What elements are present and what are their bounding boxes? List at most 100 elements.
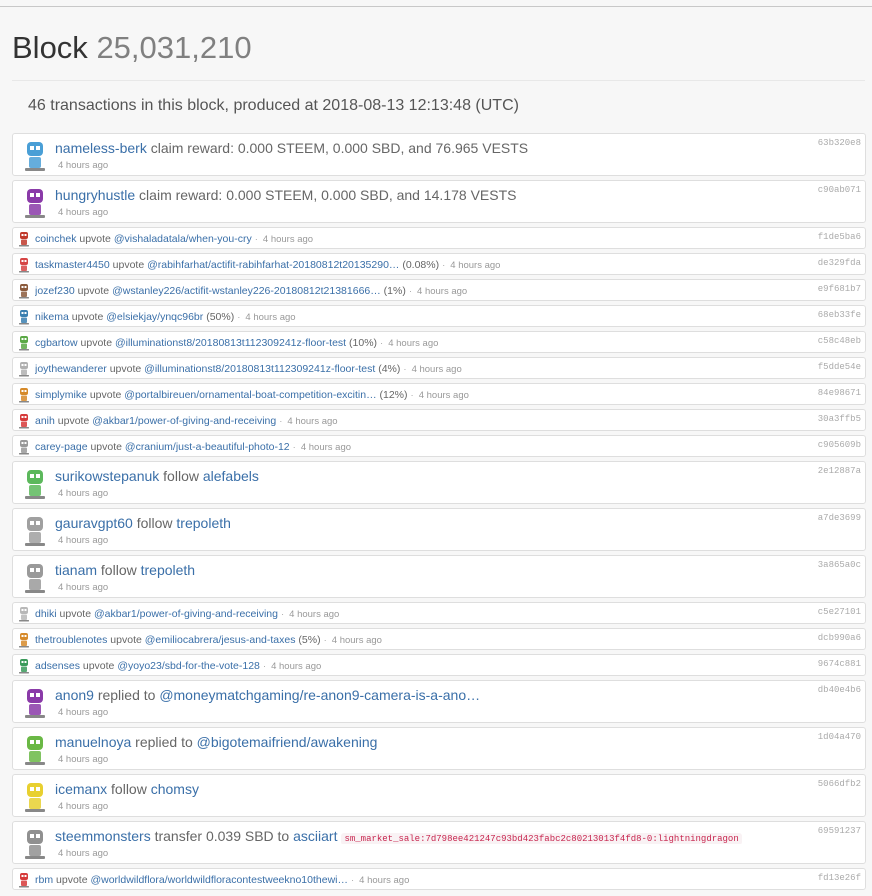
transaction-hash-link[interactable]: e9f681b7 bbox=[818, 284, 861, 294]
target-link[interactable]: @yoyo23/sbd-for-the-vote-128 bbox=[117, 660, 260, 672]
user-link[interactable]: gauravgpt60 bbox=[55, 515, 133, 531]
timestamp[interactable]: 4 hours ago bbox=[58, 160, 108, 171]
user-link[interactable]: taskmaster4450 bbox=[35, 259, 110, 271]
user-link[interactable]: coinchek bbox=[35, 233, 76, 245]
user-link[interactable]: anih bbox=[35, 415, 55, 427]
transaction-hash-link[interactable]: 1d04a470 bbox=[818, 732, 861, 742]
user-link[interactable]: jozef230 bbox=[35, 285, 75, 297]
transaction-hash-link[interactable]: f1de5ba6 bbox=[818, 232, 861, 242]
avatar[interactable] bbox=[21, 468, 49, 500]
avatar[interactable] bbox=[17, 872, 31, 888]
target-link[interactable]: @wstanley226/actifit-wstanley226-2018081… bbox=[112, 285, 381, 297]
avatar[interactable] bbox=[17, 658, 31, 674]
timestamp[interactable]: 4 hours ago bbox=[58, 801, 108, 812]
timestamp[interactable]: 4 hours ago bbox=[271, 661, 321, 672]
avatar[interactable] bbox=[21, 187, 49, 219]
target-link[interactable]: @cranium/just-a-beautiful-photo-12 bbox=[125, 441, 290, 453]
avatar[interactable] bbox=[17, 231, 31, 247]
user-link[interactable]: tianam bbox=[55, 562, 97, 578]
target-link[interactable]: @portalbireuen/ornamental-boat-competiti… bbox=[124, 389, 376, 401]
timestamp[interactable]: 4 hours ago bbox=[245, 312, 295, 323]
timestamp[interactable]: 4 hours ago bbox=[58, 207, 108, 218]
target-link[interactable]: chomsy bbox=[151, 781, 199, 797]
target-link[interactable]: @emiliocabrera/jesus-and-taxes bbox=[145, 634, 296, 646]
transaction-hash-link[interactable]: 5066dfb2 bbox=[818, 779, 861, 789]
target-link[interactable]: @moneymatchgaming/re-anon9-camera-is-a-a… bbox=[159, 687, 480, 703]
timestamp[interactable]: 4 hours ago bbox=[58, 582, 108, 593]
user-link[interactable]: surikowstepanuk bbox=[55, 468, 159, 484]
transaction-hash-link[interactable]: 69591237 bbox=[818, 826, 861, 836]
transaction-hash-link[interactable]: c905609b bbox=[818, 440, 861, 450]
transaction-hash-link[interactable]: db40e4b6 bbox=[818, 685, 861, 695]
avatar[interactable] bbox=[21, 140, 49, 172]
target-link[interactable]: @rabihfarhat/actifit-rabihfarhat-2018081… bbox=[147, 259, 399, 271]
transaction-hash-link[interactable]: 68eb33fe bbox=[818, 310, 861, 320]
avatar[interactable] bbox=[17, 632, 31, 648]
timestamp[interactable]: 4 hours ago bbox=[289, 609, 339, 620]
avatar[interactable] bbox=[21, 734, 49, 766]
avatar[interactable] bbox=[17, 387, 31, 403]
transaction-hash-link[interactable]: c90ab071 bbox=[818, 185, 861, 195]
timestamp[interactable]: 4 hours ago bbox=[359, 875, 409, 886]
avatar[interactable] bbox=[21, 515, 49, 547]
target-link[interactable]: @elsiekjay/ynqc96br bbox=[106, 311, 203, 323]
target-link[interactable]: @illuminationst8/20180813t112309241z-flo… bbox=[115, 337, 346, 349]
user-link[interactable]: carey-page bbox=[35, 441, 88, 453]
avatar[interactable] bbox=[17, 413, 31, 429]
transaction-hash-link[interactable]: a7de3699 bbox=[818, 513, 861, 523]
transaction-hash-link[interactable]: 2e12887a bbox=[818, 466, 861, 476]
target-link[interactable]: @vishaladatala/when-you-cry bbox=[114, 233, 252, 245]
timestamp[interactable]: 4 hours ago bbox=[58, 488, 108, 499]
target-link[interactable]: @akbar1/power-of-giving-and-receiving bbox=[92, 415, 276, 427]
avatar[interactable] bbox=[21, 781, 49, 813]
user-link[interactable]: dhiki bbox=[35, 608, 57, 620]
target-link[interactable]: @worldwildflora/worldwildfloracontestwee… bbox=[90, 874, 348, 886]
timestamp[interactable]: 4 hours ago bbox=[58, 848, 108, 859]
transaction-hash-link[interactable]: 30a3ffb5 bbox=[818, 414, 861, 424]
avatar[interactable] bbox=[21, 828, 49, 860]
target-link[interactable]: alefabels bbox=[203, 468, 259, 484]
transaction-hash-link[interactable]: 9674c881 bbox=[818, 659, 861, 669]
transaction-hash-link[interactable]: 3a865a0c bbox=[818, 560, 861, 570]
transaction-hash-link[interactable]: de329fda bbox=[818, 258, 861, 268]
user-link[interactable]: anon9 bbox=[55, 687, 94, 703]
user-link[interactable]: cgbartow bbox=[35, 337, 78, 349]
user-link[interactable]: joythewanderer bbox=[35, 363, 107, 375]
avatar[interactable] bbox=[17, 361, 31, 377]
avatar[interactable] bbox=[17, 283, 31, 299]
transaction-hash-link[interactable]: f5dde54e bbox=[818, 362, 861, 372]
avatar[interactable] bbox=[17, 439, 31, 455]
transaction-hash-link[interactable]: dcb990a6 bbox=[818, 633, 861, 643]
timestamp[interactable]: 4 hours ago bbox=[287, 416, 337, 427]
user-link[interactable]: nameless-berk bbox=[55, 140, 147, 156]
user-link[interactable]: thetroublenotes bbox=[35, 634, 107, 646]
user-link[interactable]: icemanx bbox=[55, 781, 107, 797]
avatar[interactable] bbox=[21, 562, 49, 594]
transaction-hash-link[interactable]: 63b320e8 bbox=[818, 138, 861, 148]
timestamp[interactable]: 4 hours ago bbox=[58, 535, 108, 546]
avatar[interactable] bbox=[21, 687, 49, 719]
avatar[interactable] bbox=[17, 257, 31, 273]
timestamp[interactable]: 4 hours ago bbox=[412, 364, 462, 375]
user-link[interactable]: simplymike bbox=[35, 389, 87, 401]
timestamp[interactable]: 4 hours ago bbox=[263, 234, 313, 245]
target-link[interactable]: @bigotemaifriend/awakening bbox=[197, 734, 378, 750]
timestamp[interactable]: 4 hours ago bbox=[58, 754, 108, 765]
timestamp[interactable]: 4 hours ago bbox=[332, 635, 382, 646]
transaction-hash-link[interactable]: fd13e26f bbox=[818, 873, 861, 883]
target-link[interactable]: trepoleth bbox=[141, 562, 195, 578]
timestamp[interactable]: 4 hours ago bbox=[417, 286, 467, 297]
avatar[interactable] bbox=[17, 606, 31, 622]
target-link[interactable]: @illuminationst8/20180813t112309241z-flo… bbox=[144, 363, 375, 375]
transaction-hash-link[interactable]: 84e98671 bbox=[818, 388, 861, 398]
transaction-hash-link[interactable]: c5e27101 bbox=[818, 607, 861, 617]
user-link[interactable]: rbm bbox=[35, 874, 53, 886]
target-link[interactable]: asciiart bbox=[293, 828, 337, 844]
transaction-hash-link[interactable]: c58c48eb bbox=[818, 336, 861, 346]
timestamp[interactable]: 4 hours ago bbox=[58, 707, 108, 718]
user-link[interactable]: hungryhustle bbox=[55, 187, 135, 203]
user-link[interactable]: manuelnoya bbox=[55, 734, 131, 750]
user-link[interactable]: steemmonsters bbox=[55, 828, 151, 844]
timestamp[interactable]: 4 hours ago bbox=[301, 442, 351, 453]
target-link[interactable]: @akbar1/power-of-giving-and-receiving bbox=[94, 608, 278, 620]
